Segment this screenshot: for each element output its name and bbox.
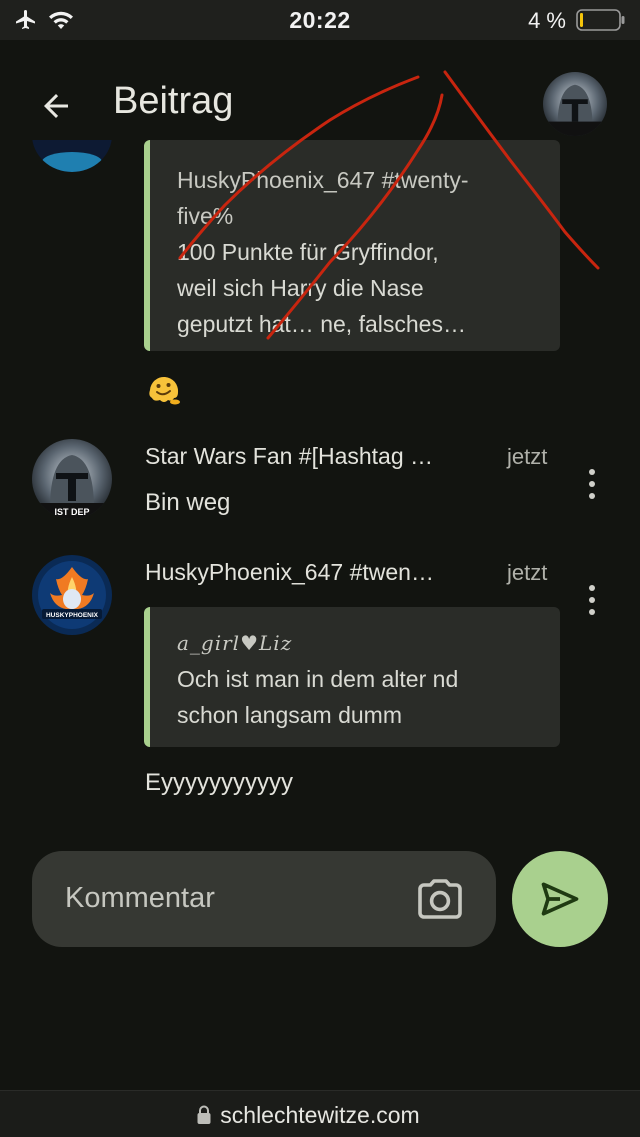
dot-icon	[589, 609, 595, 615]
avatar-caption: HUSKYPHOENIX	[46, 612, 99, 619]
quoted-post-text-line: weil sich Harry die Nase	[177, 275, 424, 301]
camera-icon	[418, 879, 462, 919]
send-button[interactable]	[512, 851, 608, 947]
comment-avatar[interactable]: IST DEP	[32, 439, 112, 519]
camera-button[interactable]	[416, 877, 464, 921]
more-options-button[interactable]	[580, 469, 604, 499]
more-options-button[interactable]	[580, 585, 604, 615]
helmet-avatar-image	[543, 72, 607, 136]
dot-icon	[589, 481, 595, 487]
quoted-post-author: HuskyPhoenix_647 #twenty-	[177, 167, 469, 193]
comment-placeholder: Kommentar	[65, 882, 215, 914]
avatar-caption: IST DEP	[54, 507, 89, 517]
comment-thread: HuskyPhoenix_647 #twenty- five% 100 Punk…	[0, 140, 640, 830]
back-button[interactable]	[32, 82, 80, 130]
dot-icon	[589, 597, 595, 603]
quoted-comment-author: a_girl♥Liz	[177, 631, 293, 655]
comment-time: jetzt	[507, 444, 548, 469]
header-user-avatar[interactable]	[543, 72, 607, 136]
comment-author[interactable]: Star Wars Fan #[Hashtag …	[145, 443, 485, 470]
status-bar: 20:22 4 %	[0, 0, 640, 40]
battery-icon	[576, 9, 625, 31]
url-text: schlechtewitze.com	[220, 1102, 420, 1128]
quoted-comment-text-line: schon langsam dumm	[177, 702, 402, 728]
partial-user-avatar[interactable]	[32, 140, 112, 172]
quoted-post-author-cont: five%	[177, 203, 234, 229]
comment-avatar[interactable]: HUSKYPHOENIX	[32, 555, 112, 635]
dot-icon	[589, 469, 595, 475]
quoted-post-text-line: 100 Punkte für Gryffindor,	[177, 239, 439, 265]
browser-url-bar[interactable]: schlechtewitze.com	[0, 1090, 640, 1137]
arrow-left-icon	[44, 94, 68, 118]
melting-face-emoji	[149, 376, 180, 405]
quoted-comment[interactable]: a_girl♥Liz Och ist man in dem alter nd s…	[144, 607, 560, 747]
quoted-post[interactable]: HuskyPhoenix_647 #twenty- five% 100 Punk…	[144, 140, 560, 351]
comment-text: Eyyyyyyyyyyy	[145, 769, 294, 796]
comment-author[interactable]: HuskyPhoenix_647 #twen…	[145, 559, 485, 586]
quoted-comment-text-line: Och ist man in dem alter nd	[177, 666, 459, 692]
comment-input[interactable]: Kommentar	[32, 851, 496, 947]
comment-text: Bin weg	[145, 489, 231, 516]
dot-icon	[589, 493, 595, 499]
page-title: Beitrag	[113, 80, 234, 122]
dot-icon	[589, 585, 595, 591]
battery-percentage: 4 %	[528, 8, 566, 33]
send-icon	[541, 882, 579, 916]
comment-time: jetzt	[507, 560, 548, 585]
quoted-post-text-line: geputzt hat… ne, falsches…	[177, 311, 466, 337]
